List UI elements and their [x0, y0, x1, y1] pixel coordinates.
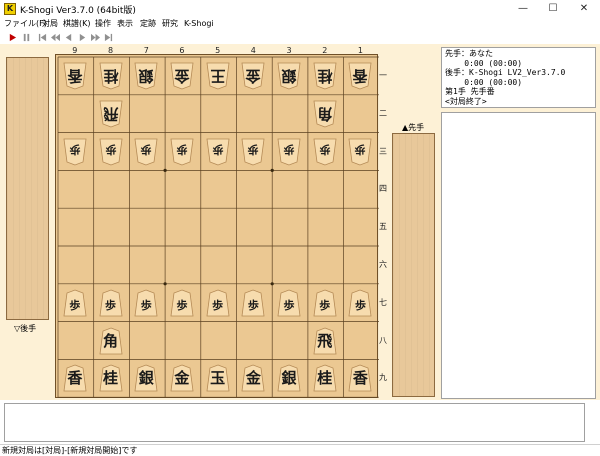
sente-piece[interactable]: 香 — [347, 364, 373, 392]
gote-piece[interactable]: 歩 — [98, 138, 124, 166]
sente-piece[interactable]: 桂 — [312, 364, 338, 392]
menu-file[interactable]: ファイル(F) — [4, 18, 47, 30]
sente-piece[interactable]: 銀 — [276, 364, 302, 392]
menu-view[interactable]: 表示 — [117, 18, 133, 30]
status-bar: 新規対局は[対局]-[新規対局開始]です — [0, 444, 600, 456]
menu-game[interactable]: 対局 — [42, 18, 58, 30]
sente-piece[interactable]: 金 — [169, 364, 195, 392]
gote-piece[interactable]: 銀 — [276, 62, 302, 90]
gote-piece[interactable]: 歩 — [276, 138, 302, 166]
sente-stand-label: ▲先手 — [402, 123, 425, 132]
rank-label: 九 — [379, 373, 387, 383]
gote-piece[interactable]: 金 — [169, 62, 195, 90]
sente-time: 0:00 (00:00) — [445, 58, 523, 68]
gote-piece[interactable]: 歩 — [312, 138, 338, 166]
sente-piece[interactable]: 歩 — [98, 289, 124, 317]
last-icon[interactable] — [104, 33, 113, 42]
sente-piece[interactable]: 桂 — [98, 364, 124, 392]
gote-piece[interactable]: 香 — [347, 62, 373, 90]
gote-piece[interactable]: 香 — [62, 62, 88, 90]
sente-piece[interactable]: 歩 — [205, 289, 231, 317]
gote-piece-stand[interactable] — [6, 57, 49, 320]
rank-label: 五 — [379, 222, 387, 232]
prev-all-icon[interactable] — [51, 33, 60, 42]
gote-piece[interactable]: 歩 — [240, 138, 266, 166]
gote-stand-label: ▽後手 — [14, 324, 37, 333]
sente-piece[interactable]: 歩 — [169, 289, 195, 317]
game-info-panel: 先手：あなた 0:00 (00:00) 後手：K-Shogi LV2_Ver3.… — [441, 47, 596, 108]
gote-piece[interactable]: 歩 — [169, 138, 195, 166]
rank-label: 八 — [379, 335, 387, 345]
sente-piece[interactable]: 歩 — [312, 289, 338, 317]
sente-piece-stand[interactable] — [392, 133, 435, 397]
next-icon[interactable] — [78, 33, 87, 42]
rank-label: 六 — [379, 259, 387, 269]
menu-kifu[interactable]: 棋譜(K) — [63, 18, 91, 30]
menu-joseki[interactable]: 定跡 — [140, 18, 156, 30]
gote-piece[interactable]: 飛 — [98, 100, 124, 128]
gote-piece[interactable]: 歩 — [347, 138, 373, 166]
rank-label: 七 — [379, 297, 387, 307]
gote-piece[interactable]: 歩 — [205, 138, 231, 166]
sente-piece[interactable]: 歩 — [133, 289, 159, 317]
rank-label: 三 — [379, 146, 387, 156]
sente-piece[interactable]: 角 — [98, 327, 124, 355]
menu-kshogi[interactable]: K-Shogi — [184, 18, 214, 30]
pause-icon[interactable] — [22, 33, 31, 42]
sente-piece[interactable]: 金 — [240, 364, 266, 392]
rank-label: 一 — [379, 70, 387, 80]
toolbar — [0, 31, 600, 45]
game-end-status: <対局終了> — [445, 96, 487, 106]
move-status: 第1手 先手番 — [445, 87, 495, 97]
maximize-button[interactable]: ☐ — [538, 0, 568, 18]
title-bar: K K-Shogi Ver3.7.0 (64bit版) — ☐ ✕ — [0, 0, 600, 18]
sente-piece[interactable]: 玉 — [205, 364, 231, 392]
gote-piece[interactable]: 歩 — [62, 138, 88, 166]
menu-operation[interactable]: 操作 — [95, 18, 111, 30]
comment-box[interactable] — [4, 403, 585, 442]
sente-piece[interactable]: 歩 — [276, 289, 302, 317]
gote-piece[interactable]: 歩 — [133, 138, 159, 166]
sente-piece[interactable]: 歩 — [62, 289, 88, 317]
sente-piece[interactable]: 香 — [62, 364, 88, 392]
first-icon[interactable] — [38, 33, 47, 42]
close-button[interactable]: ✕ — [569, 0, 599, 18]
rank-label: 二 — [379, 108, 387, 118]
sente-piece[interactable]: 銀 — [133, 364, 159, 392]
gote-player: 後手：K-Shogi LV2_Ver3.7.0 — [445, 68, 566, 78]
move-list[interactable] — [441, 112, 596, 399]
window-title: K-Shogi Ver3.7.0 (64bit版) — [20, 6, 136, 16]
sente-piece[interactable]: 歩 — [347, 289, 373, 317]
menu-bar: ファイル(F) 対局 棋譜(K) 操作 表示 定跡 研究 K-Shogi — [0, 18, 600, 31]
sente-piece[interactable]: 歩 — [240, 289, 266, 317]
gote-piece[interactable]: 桂 — [312, 62, 338, 90]
gote-time: 0:00 (00:00) — [445, 77, 523, 87]
play-icon[interactable] — [8, 33, 17, 42]
app-icon[interactable]: K — [4, 3, 16, 15]
menu-research[interactable]: 研究 — [162, 18, 178, 30]
prev-icon[interactable] — [64, 33, 73, 42]
gote-piece[interactable]: 金 — [240, 62, 266, 90]
gote-piece[interactable]: 桂 — [98, 62, 124, 90]
sente-piece[interactable]: 飛 — [312, 327, 338, 355]
gote-piece[interactable]: 王 — [205, 62, 231, 90]
gote-piece[interactable]: 銀 — [133, 62, 159, 90]
next-all-icon[interactable] — [91, 33, 100, 42]
rank-label: 四 — [379, 184, 387, 194]
sente-player: 先手：あなた — [445, 49, 493, 58]
gote-piece[interactable]: 角 — [312, 100, 338, 128]
minimize-button[interactable]: — — [508, 0, 538, 18]
